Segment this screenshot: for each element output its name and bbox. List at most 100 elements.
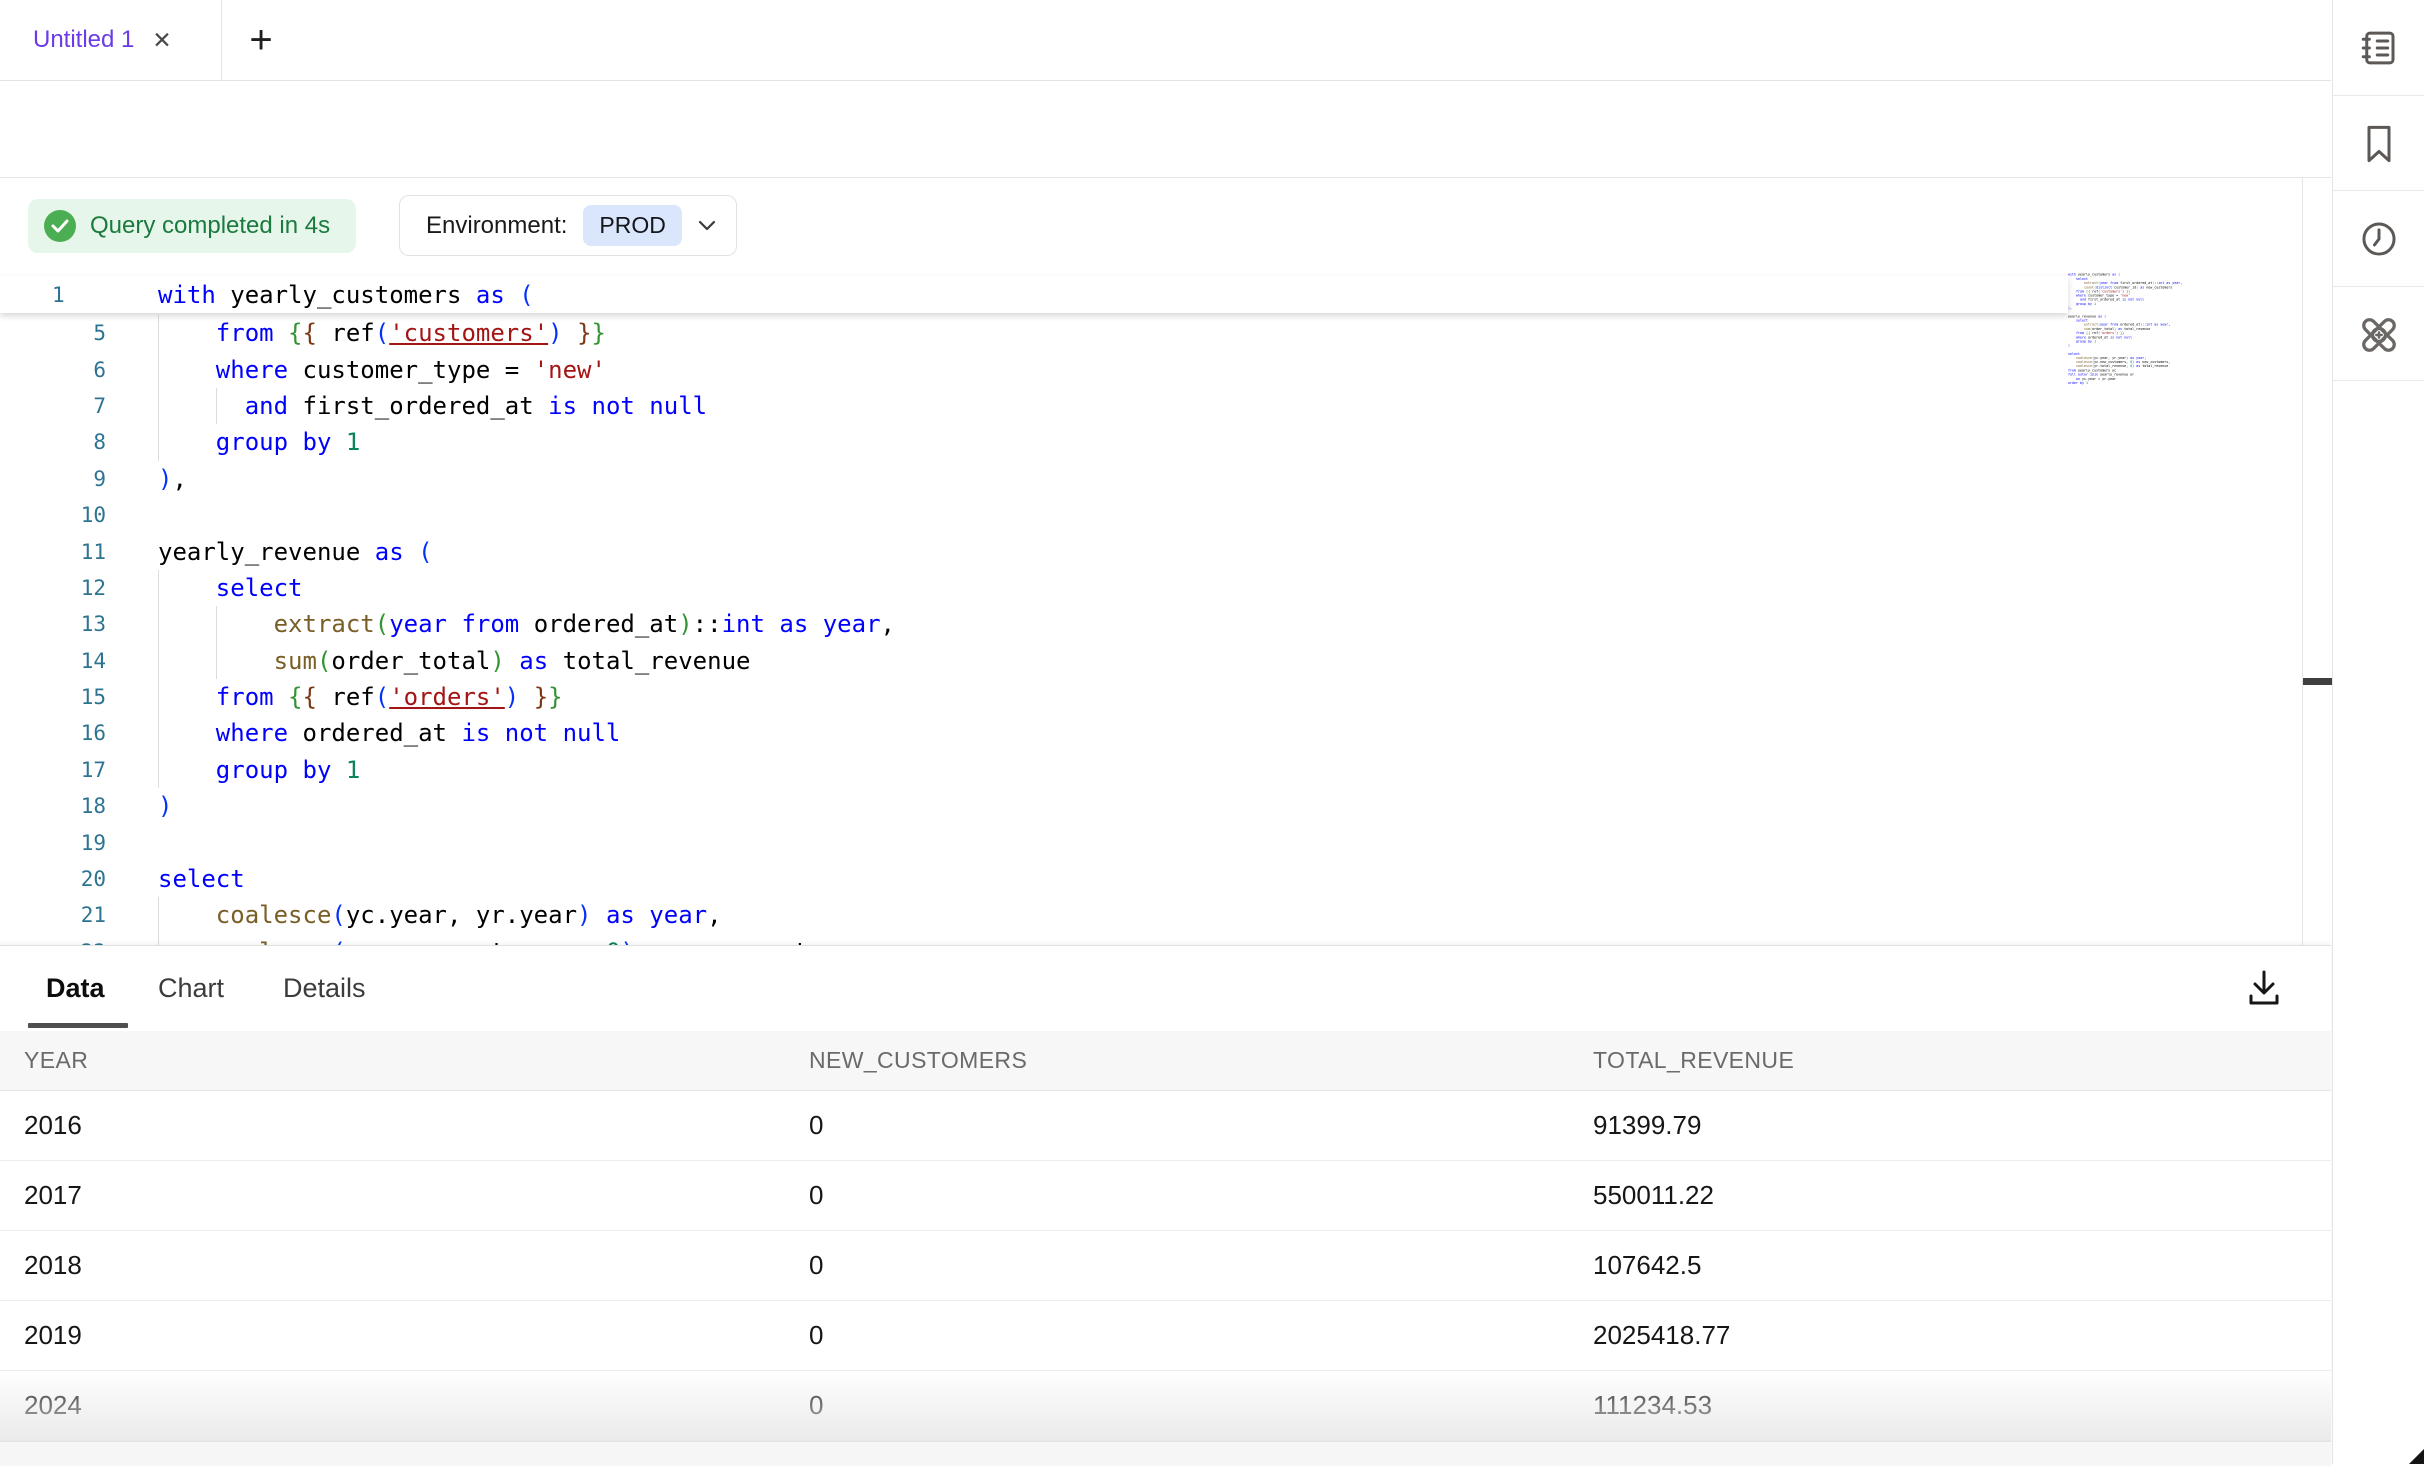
code-line[interactable]: 15 from {{ ref('orders') }} bbox=[0, 679, 2302, 715]
code-line[interactable]: 7 and first_ordered_at is not null bbox=[0, 388, 2302, 424]
table-cell: 0 bbox=[809, 1110, 1593, 1141]
code-line[interactable]: 10 bbox=[0, 497, 2302, 533]
line-number: 21 bbox=[0, 903, 106, 927]
editor-scrollbar[interactable] bbox=[2302, 178, 2332, 945]
new-tab-button[interactable]: + bbox=[235, 0, 287, 80]
line-number: 5 bbox=[0, 321, 106, 345]
table-cell: 2016 bbox=[24, 1110, 809, 1141]
line-number: 9 bbox=[0, 467, 106, 491]
line-number: 11 bbox=[0, 540, 106, 564]
indent-guide bbox=[158, 643, 159, 679]
table-row[interactable]: 201902025418.77 bbox=[0, 1301, 2331, 1371]
line-number: 12 bbox=[0, 576, 106, 600]
code-line[interactable]: 19 bbox=[0, 824, 2302, 860]
column-new-customers: NEW_CUSTOMERS bbox=[809, 1047, 1593, 1074]
environment-select[interactable]: Environment: PROD bbox=[399, 195, 737, 256]
table-header: YEAR NEW_CUSTOMERS TOTAL_REVENUE bbox=[0, 1031, 2331, 1091]
code-line[interactable]: 11yearly_revenue as ( bbox=[0, 533, 2302, 569]
code-line[interactable]: 14 sum(order_total) as total_revenue bbox=[0, 643, 2302, 679]
query-status-text: Query completed in 4s bbox=[90, 212, 330, 240]
line-number: 19 bbox=[0, 831, 106, 855]
tab-chart[interactable]: Chart bbox=[158, 946, 224, 1030]
history-icon[interactable] bbox=[2333, 191, 2424, 286]
column-year: YEAR bbox=[24, 1047, 809, 1074]
line-number: 7 bbox=[0, 394, 106, 418]
table-cell: 0 bbox=[809, 1180, 1593, 1211]
indent-guide bbox=[158, 351, 159, 387]
table-row[interactable]: 20170550011.22 bbox=[0, 1161, 2331, 1231]
line-number: 15 bbox=[0, 685, 106, 709]
table-cell: 550011.22 bbox=[1593, 1180, 2331, 1211]
column-total-revenue: TOTAL_REVENUE bbox=[1593, 1047, 2331, 1074]
code-line[interactable]: 22 coalesce(yc.new_customers, 0) as new_… bbox=[0, 934, 2302, 945]
tab-separator bbox=[221, 0, 222, 80]
indent-guide bbox=[158, 752, 159, 788]
code-lines[interactable]: 5 from {{ ref('customers') }}6 where cus… bbox=[0, 315, 2302, 945]
indent-guide bbox=[158, 315, 159, 351]
code-line[interactable]: 12 select bbox=[0, 570, 2302, 606]
code-line[interactable]: 1with yearly_customers as ( bbox=[0, 276, 2068, 313]
line-number: 18 bbox=[0, 794, 106, 818]
resize-corner-icon[interactable] bbox=[2409, 1449, 2424, 1464]
panel-resize-handle[interactable] bbox=[2303, 678, 2332, 685]
line-number: 14 bbox=[0, 649, 106, 673]
code-line[interactable]: 18) bbox=[0, 788, 2302, 824]
tab-untitled-1[interactable]: Untitled 1 ✕ bbox=[0, 0, 194, 80]
indent-guide bbox=[158, 897, 159, 933]
table-row[interactable]: 20180107642.5 bbox=[0, 1231, 2331, 1301]
table-cell: 2025418.77 bbox=[1593, 1320, 2331, 1351]
download-icon[interactable] bbox=[2236, 960, 2292, 1016]
indent-guide bbox=[158, 570, 159, 606]
environment-value-badge: PROD bbox=[583, 205, 681, 246]
table-cell: 2019 bbox=[24, 1320, 809, 1351]
indent-guide bbox=[158, 934, 159, 945]
horizontal-scrollbar[interactable] bbox=[0, 1441, 2331, 1466]
table-row[interactable]: 2016091399.79 bbox=[0, 1091, 2331, 1161]
code-line[interactable]: 17 group by 1 bbox=[0, 752, 2302, 788]
indent-guide bbox=[216, 643, 217, 679]
code-line[interactable]: 20select bbox=[0, 861, 2302, 897]
ref-link[interactable]: 'orders' bbox=[389, 683, 505, 711]
indent-guide bbox=[216, 606, 217, 642]
table-cell: 2024 bbox=[24, 1390, 809, 1421]
toolbar: Develop Run bbox=[0, 81, 2331, 177]
indent-guide bbox=[216, 388, 217, 424]
minimap-content: with yearly_customers as ( select extrac… bbox=[2068, 273, 2204, 385]
active-tab-indicator bbox=[28, 1023, 128, 1028]
line-number: 8 bbox=[0, 430, 106, 454]
line-number: 20 bbox=[0, 867, 106, 891]
sql-editor[interactable]: Query completed in 4s Environment: PROD … bbox=[0, 178, 2302, 945]
line-number: 17 bbox=[0, 758, 106, 782]
code-line[interactable]: 9), bbox=[0, 461, 2302, 497]
line-number: 13 bbox=[0, 612, 106, 636]
tab-label: Untitled 1 bbox=[33, 26, 134, 54]
code-line[interactable]: 16 where ordered_at is not null bbox=[0, 715, 2302, 751]
tab-data[interactable]: Data bbox=[46, 946, 105, 1030]
code-line[interactable]: 13 extract(year from ordered_at)::int as… bbox=[0, 606, 2302, 642]
indent-guide bbox=[158, 715, 159, 751]
code-line[interactable]: 8 group by 1 bbox=[0, 424, 2302, 460]
tab-details[interactable]: Details bbox=[283, 946, 366, 1030]
main-column: Untitled 1 ✕ + Develop Run Query complet… bbox=[0, 0, 2331, 1464]
close-icon[interactable]: ✕ bbox=[152, 29, 171, 52]
table-cell: 2018 bbox=[24, 1250, 809, 1281]
table-body: 2016091399.7920170550011.2220180107642.5… bbox=[0, 1091, 2331, 1441]
code-line[interactable]: 6 where customer_type = 'new' bbox=[0, 351, 2302, 387]
query-status-badge: Query completed in 4s bbox=[28, 199, 356, 253]
minimap[interactable]: with yearly_customers as ( select extrac… bbox=[2068, 273, 2204, 403]
table-cell: 0 bbox=[809, 1320, 1593, 1351]
code-line[interactable]: 21 coalesce(yc.year, yr.year) as year, bbox=[0, 897, 2302, 933]
ref-link[interactable]: 'customers' bbox=[389, 319, 548, 347]
bookmark-icon[interactable] bbox=[2333, 96, 2424, 191]
check-circle-icon bbox=[44, 210, 76, 242]
sticky-line[interactable]: 1with yearly_customers as ( bbox=[0, 276, 2068, 313]
table-cell: 0 bbox=[809, 1250, 1593, 1281]
dbt-lineage-icon[interactable] bbox=[2333, 287, 2424, 382]
indent-guide bbox=[158, 679, 159, 715]
tab-bar: Untitled 1 ✕ + bbox=[0, 0, 2331, 80]
line-number: 1 bbox=[0, 283, 106, 307]
outline-view-icon[interactable] bbox=[2333, 0, 2424, 95]
indent-guide bbox=[158, 606, 159, 642]
table-row[interactable]: 20240111234.53 bbox=[0, 1371, 2331, 1441]
code-line[interactable]: 5 from {{ ref('customers') }} bbox=[0, 315, 2302, 351]
